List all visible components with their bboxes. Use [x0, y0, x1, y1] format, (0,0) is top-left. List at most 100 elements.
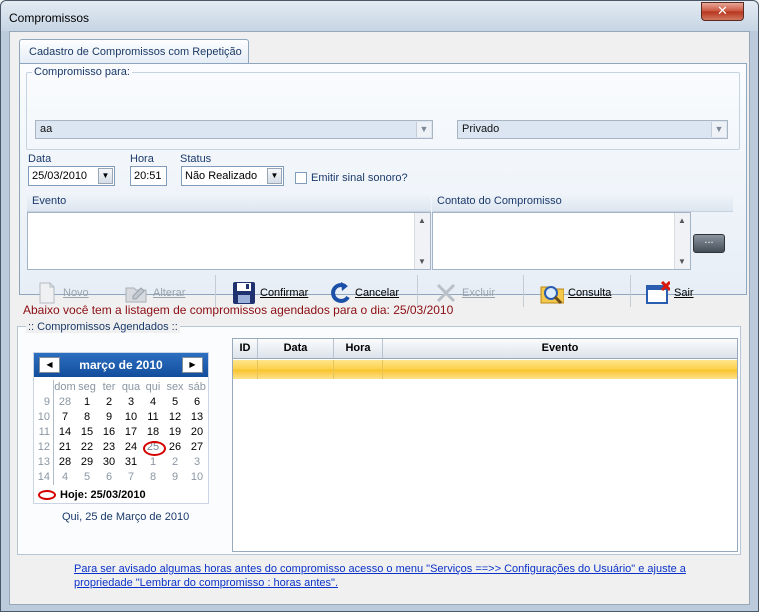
calendar-day[interactable]: 10	[120, 410, 142, 425]
grid-col-data[interactable]: Data	[258, 339, 334, 358]
calendar-dow-label: qui	[145, 381, 161, 393]
calendar-day[interactable]: 8	[142, 470, 164, 485]
calendar-day[interactable]: 5	[76, 470, 98, 485]
sair-button[interactable]: Sair	[646, 278, 694, 308]
calendar-day[interactable]: 7	[120, 470, 142, 485]
calendar-day[interactable]: 6	[186, 395, 208, 410]
calendar-day[interactable]: 24	[120, 440, 142, 455]
data-label: Data	[28, 153, 52, 165]
contato-lookup-button[interactable]: ...	[693, 234, 725, 253]
calendar-day[interactable]: 29	[76, 455, 98, 470]
calendar-day[interactable]: 17	[120, 425, 142, 440]
evento-scrollbar[interactable]: ▲ ▼	[414, 213, 430, 269]
calendar-day[interactable]: 31	[120, 455, 142, 470]
calendar-day[interactable]: 18	[142, 425, 164, 440]
calendar-day[interactable]: 20	[186, 425, 208, 440]
calendar-day[interactable]: 2	[98, 395, 120, 410]
calendar-day[interactable]: 6	[98, 470, 120, 485]
sair-label: Sair	[674, 287, 694, 299]
grid-col-hora[interactable]: Hora	[334, 339, 383, 358]
calendar-day[interactable]: 27	[186, 440, 208, 455]
calendar-day[interactable]: 22	[76, 440, 98, 455]
calendar-next-button[interactable]: ▶	[182, 357, 203, 373]
calendar-day[interactable]: 9	[164, 470, 186, 485]
calendar-day[interactable]: 5	[164, 395, 186, 410]
calendar-day[interactable]: 7	[54, 410, 76, 425]
chevron-down-icon[interactable]: ▼	[98, 168, 113, 184]
contato-scrollbar[interactable]: ▲ ▼	[674, 213, 690, 269]
calendar-day[interactable]: 11	[142, 410, 164, 425]
calendar-day[interactable]: 16	[98, 425, 120, 440]
calendar-day[interactable]: 1	[76, 395, 98, 410]
calendar-day[interactable]: 19	[164, 425, 186, 440]
calendar-day[interactable]: 9	[98, 410, 120, 425]
table-row[interactable]	[233, 360, 737, 379]
grid-col-id[interactable]: ID	[233, 339, 258, 358]
contato-textarea[interactable]: ▲ ▼	[432, 212, 691, 270]
calendar-day[interactable]: 3	[120, 395, 142, 410]
privacy-combo[interactable]: Privado ▼	[457, 120, 728, 139]
scroll-down-icon[interactable]: ▼	[678, 257, 686, 266]
calendar-dow-label: ter	[102, 381, 116, 393]
contato-label: Contato do Compromisso	[437, 195, 562, 207]
close-button[interactable]: ✕	[701, 2, 744, 21]
calendar-week-row: 13 28 29 30 31 1 2 3	[34, 455, 210, 470]
calendar-week-number: 14	[34, 470, 54, 485]
grid-cell	[383, 360, 737, 379]
exit-window-icon	[646, 280, 670, 306]
data-field-value: 25/03/2010	[32, 170, 88, 182]
confirmar-label: Confirmar	[260, 287, 309, 299]
calendar-day[interactable]: 14	[54, 425, 76, 440]
calendar-day[interactable]: 30	[98, 455, 120, 470]
chevron-down-icon[interactable]: ▼	[711, 122, 726, 137]
calendar-day[interactable]: 21	[54, 440, 76, 455]
calendar-day[interactable]: 15	[76, 425, 98, 440]
calendar-day[interactable]: 23	[98, 440, 120, 455]
novo-label: Novo	[63, 287, 89, 299]
alterar-label: Alterar	[153, 287, 186, 299]
calendar-prev-button[interactable]: ◀	[39, 357, 60, 373]
grid-col-evento[interactable]: Evento	[383, 339, 737, 358]
tab-cadastro[interactable]: Cadastro de Compromissos com Repetição	[19, 39, 249, 64]
calendar-day[interactable]: 26	[164, 440, 186, 455]
calendar-day[interactable]: 8	[76, 410, 98, 425]
chevron-down-icon[interactable]: ▼	[416, 122, 431, 137]
calendar-week-number: 12	[34, 440, 54, 455]
user-combo[interactable]: aa ▼	[35, 120, 433, 139]
scroll-up-icon[interactable]: ▲	[418, 216, 426, 225]
calendar-day[interactable]: 1	[142, 455, 164, 470]
status-select[interactable]: Não Realizado ▼	[181, 166, 284, 186]
cancelar-label: Cancelar	[355, 287, 400, 299]
hora-field-value: 20:51	[134, 170, 162, 182]
compromisso-group-label: Compromisso para:	[32, 66, 132, 78]
calendar-day[interactable]: 28	[54, 455, 76, 470]
toolbar-separator	[523, 275, 524, 307]
consulta-button[interactable]: Consulta	[540, 278, 611, 308]
search-folder-icon	[540, 280, 564, 306]
hora-field[interactable]: 20:51	[130, 166, 167, 186]
data-field[interactable]: 25/03/2010 ▼	[28, 166, 115, 186]
calendar-day[interactable]: 4	[54, 470, 76, 485]
scroll-up-icon[interactable]: ▲	[678, 216, 686, 225]
calendar-day[interactable]: 3	[186, 455, 208, 470]
calendar-date-caption: Qui, 25 de Março de 2010	[62, 511, 190, 523]
calendar-grid: dom seg ter qua qui sex sáb 9 28 1 2 3 4 5 6 10 7 8 9 10 11 1…	[34, 380, 210, 485]
calendar-week-spacer	[34, 380, 54, 395]
calendar-day[interactable]: 2	[164, 455, 186, 470]
compromissos-grid[interactable]: ID Data Hora Evento	[232, 338, 738, 552]
sound-checkbox[interactable]	[295, 172, 307, 184]
calendar-day[interactable]: 13	[186, 410, 208, 425]
scroll-down-icon[interactable]: ▼	[418, 257, 426, 266]
title-bar: Compromissos ✕	[1, 1, 758, 31]
settings-hint-link[interactable]: Para ser avisado algumas horas antes do …	[74, 562, 704, 590]
calendar-day[interactable]: 25	[142, 440, 166, 456]
calendar-day[interactable]: 10	[186, 470, 208, 485]
calendar-today-line[interactable]: Hoje: 25/03/2010	[38, 489, 146, 501]
calendar-day[interactable]: 28	[54, 395, 76, 410]
calendar-day[interactable]: 12	[164, 410, 186, 425]
month-calendar[interactable]: março de 2010 ◀ ▶ dom seg ter qua qui sex sáb 9…	[33, 352, 209, 504]
calendar-day[interactable]: 4	[142, 395, 164, 410]
evento-textarea[interactable]: ▲ ▼	[27, 212, 431, 270]
privacy-combo-value: Privado	[462, 123, 500, 135]
chevron-down-icon[interactable]: ▼	[267, 168, 282, 184]
